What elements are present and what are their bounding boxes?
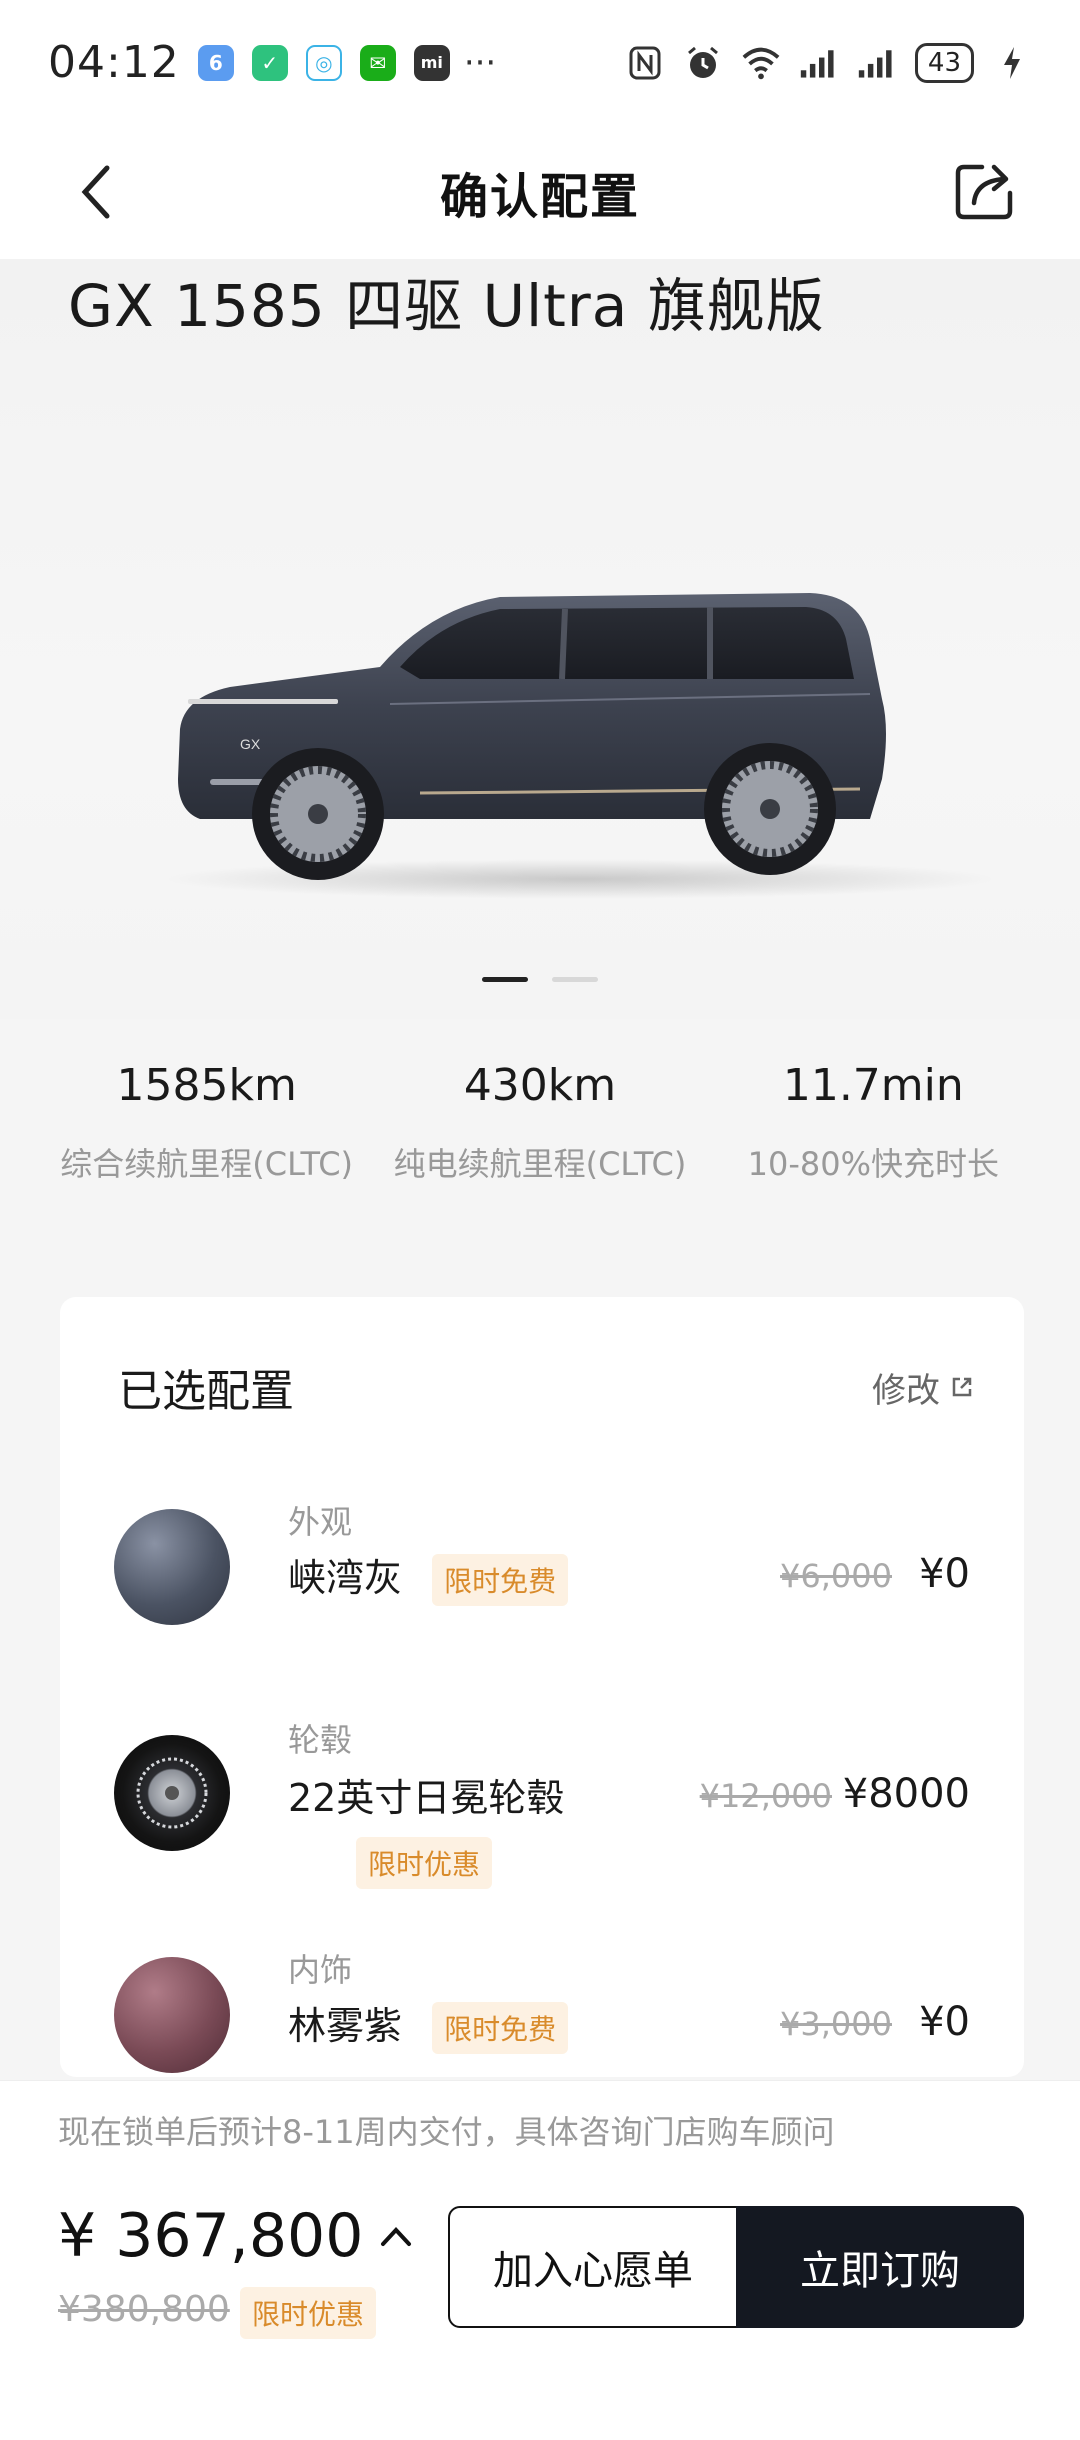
car-grille-badge: GX [240,736,261,752]
wheel-swatch [114,1735,230,1851]
card-header: 已选配置 修改 [118,1355,974,1419]
spec-item: 11.7min 10-80%快充时长 [713,1060,1033,1185]
spec-label: 纯电续航里程(CLTC) [393,1145,687,1183]
promo-badge: 限时免费 [432,1554,569,1606]
item-name-row: 林雾紫 限时免费 [288,1995,569,2054]
total-price-toggle[interactable]: ¥ 367,800 [58,2201,413,2271]
external-link-icon [952,1377,972,1397]
item-category: 轮毂 [288,1721,353,1759]
original-total-price: ¥380,800 [58,2289,230,2330]
promo-badge: 限时优惠 [356,1837,493,1889]
chat-bubble-icon: ◎ [305,44,342,81]
exterior-color-swatch [114,1509,230,1625]
edit-config-button[interactable]: 修改 [872,1363,974,1412]
item-name: 22英寸日冕轮毂 [288,1776,565,1820]
selected-config-card: 已选配置 修改 外观 峡湾灰 限时免费 ¥6,000 ¥0 轮毂 22英寸日冕轮… [60,1297,1024,2077]
item-price: ¥0 [919,1551,970,1597]
spec-label: 10-80%快充时长 [747,1145,1000,1183]
add-to-wishlist-button[interactable]: 加入心愿单 [448,2206,738,2328]
spec-item: 430km 纯电续航里程(CLTC) [380,1060,700,1185]
chevron-up-icon [381,2227,412,2246]
item-original-price: ¥12,000 [699,1777,832,1815]
status-app-icons: 6 ✓ ◎ ✉ mi [197,44,450,81]
wheel-icon [136,1757,208,1829]
order-now-button[interactable]: 立即订购 [736,2206,1024,2328]
spec-item: 1585km 综合续航里程(CLTC) [47,1060,367,1185]
mi-home-icon: ✓ [251,44,288,81]
config-item-wheels[interactable]: 轮毂 22英寸日冕轮毂 限时优惠 ¥12,000 ¥8000 [60,1715,1024,1915]
signal-icon-2 [857,43,897,83]
carousel-indicator[interactable] [0,977,1080,982]
promo-badge: 限时优惠 [240,2287,377,2339]
status-time: 04:12 [48,37,180,88]
spec-value: 430km [463,1060,617,1111]
spec-summary: 1585km 综合续航里程(CLTC) 430km 纯电续航里程(CLTC) 1… [0,1060,1080,1185]
carousel-dot-1[interactable] [482,977,528,982]
item-category: 内饰 [288,1951,353,1989]
item-name: 峡湾灰 [288,1556,403,1600]
item-name: 林雾紫 [288,2004,403,2048]
spec-value: 11.7min [782,1060,964,1111]
nav-bar: 确认配置 [0,125,1080,259]
car-image: GX [178,593,886,880]
delivery-note: 现在锁单后预计8-11周内交付，具体咨询门店购车顾问 [58,2113,835,2151]
item-original-price: ¥3,000 [780,2005,892,2043]
carousel-dot-2[interactable] [552,977,598,982]
checkout-bar: 现在锁单后预计8-11周内交付，具体咨询门店购车顾问 ¥ 367,800 ¥38… [0,2080,1080,2440]
spec-value: 1585km [116,1060,297,1111]
car-hero[interactable]: GX 1585 四驱 Ultra 旗舰版 GX [0,259,1080,1019]
wechat-icon: ✉ [359,44,396,81]
interior-color-swatch [114,1957,230,2073]
wifi-icon [741,43,781,83]
status-bar: 04:12 6 ✓ ◎ ✉ mi ··· 43 [0,0,1080,125]
battery-level: 43 [927,47,961,78]
share-button[interactable] [948,155,1020,227]
item-category: 外观 [288,1503,353,1541]
item-price: ¥8000 [842,1771,970,1817]
spec-label: 综合续航里程(CLTC) [60,1145,354,1183]
share-icon [955,164,1013,220]
promo-badge: 限时免费 [432,2002,569,2054]
car-model-title: GX 1585 四驱 Ultra 旗舰版 [68,272,825,340]
item-original-price: ¥6,000 [780,1557,892,1595]
back-button[interactable] [62,157,132,227]
page-title: 确认配置 [439,169,640,225]
item-name-row: 峡湾灰 限时免费 [288,1547,569,1606]
item-price: ¥0 [919,1999,970,2045]
edit-label: 修改 [872,1370,940,1411]
card-title: 已选配置 [118,1366,294,1417]
system-icons: 43 [625,42,1032,83]
battery-indicator: 43 [914,42,974,83]
app-icon-blue: 6 [197,44,234,81]
charging-icon [992,43,1032,83]
signal-icon-1 [799,43,839,83]
config-item-exterior[interactable]: 外观 峡湾灰 限时免费 ¥6,000 ¥0 [60,1497,1024,1677]
more-notifications-icon: ··· [463,42,497,83]
chevron-left-icon [81,165,110,219]
alarm-icon [683,43,723,83]
mi-icon: mi [413,44,450,81]
total-price: ¥ 367,800 [58,2201,364,2271]
nfc-icon [625,43,665,83]
